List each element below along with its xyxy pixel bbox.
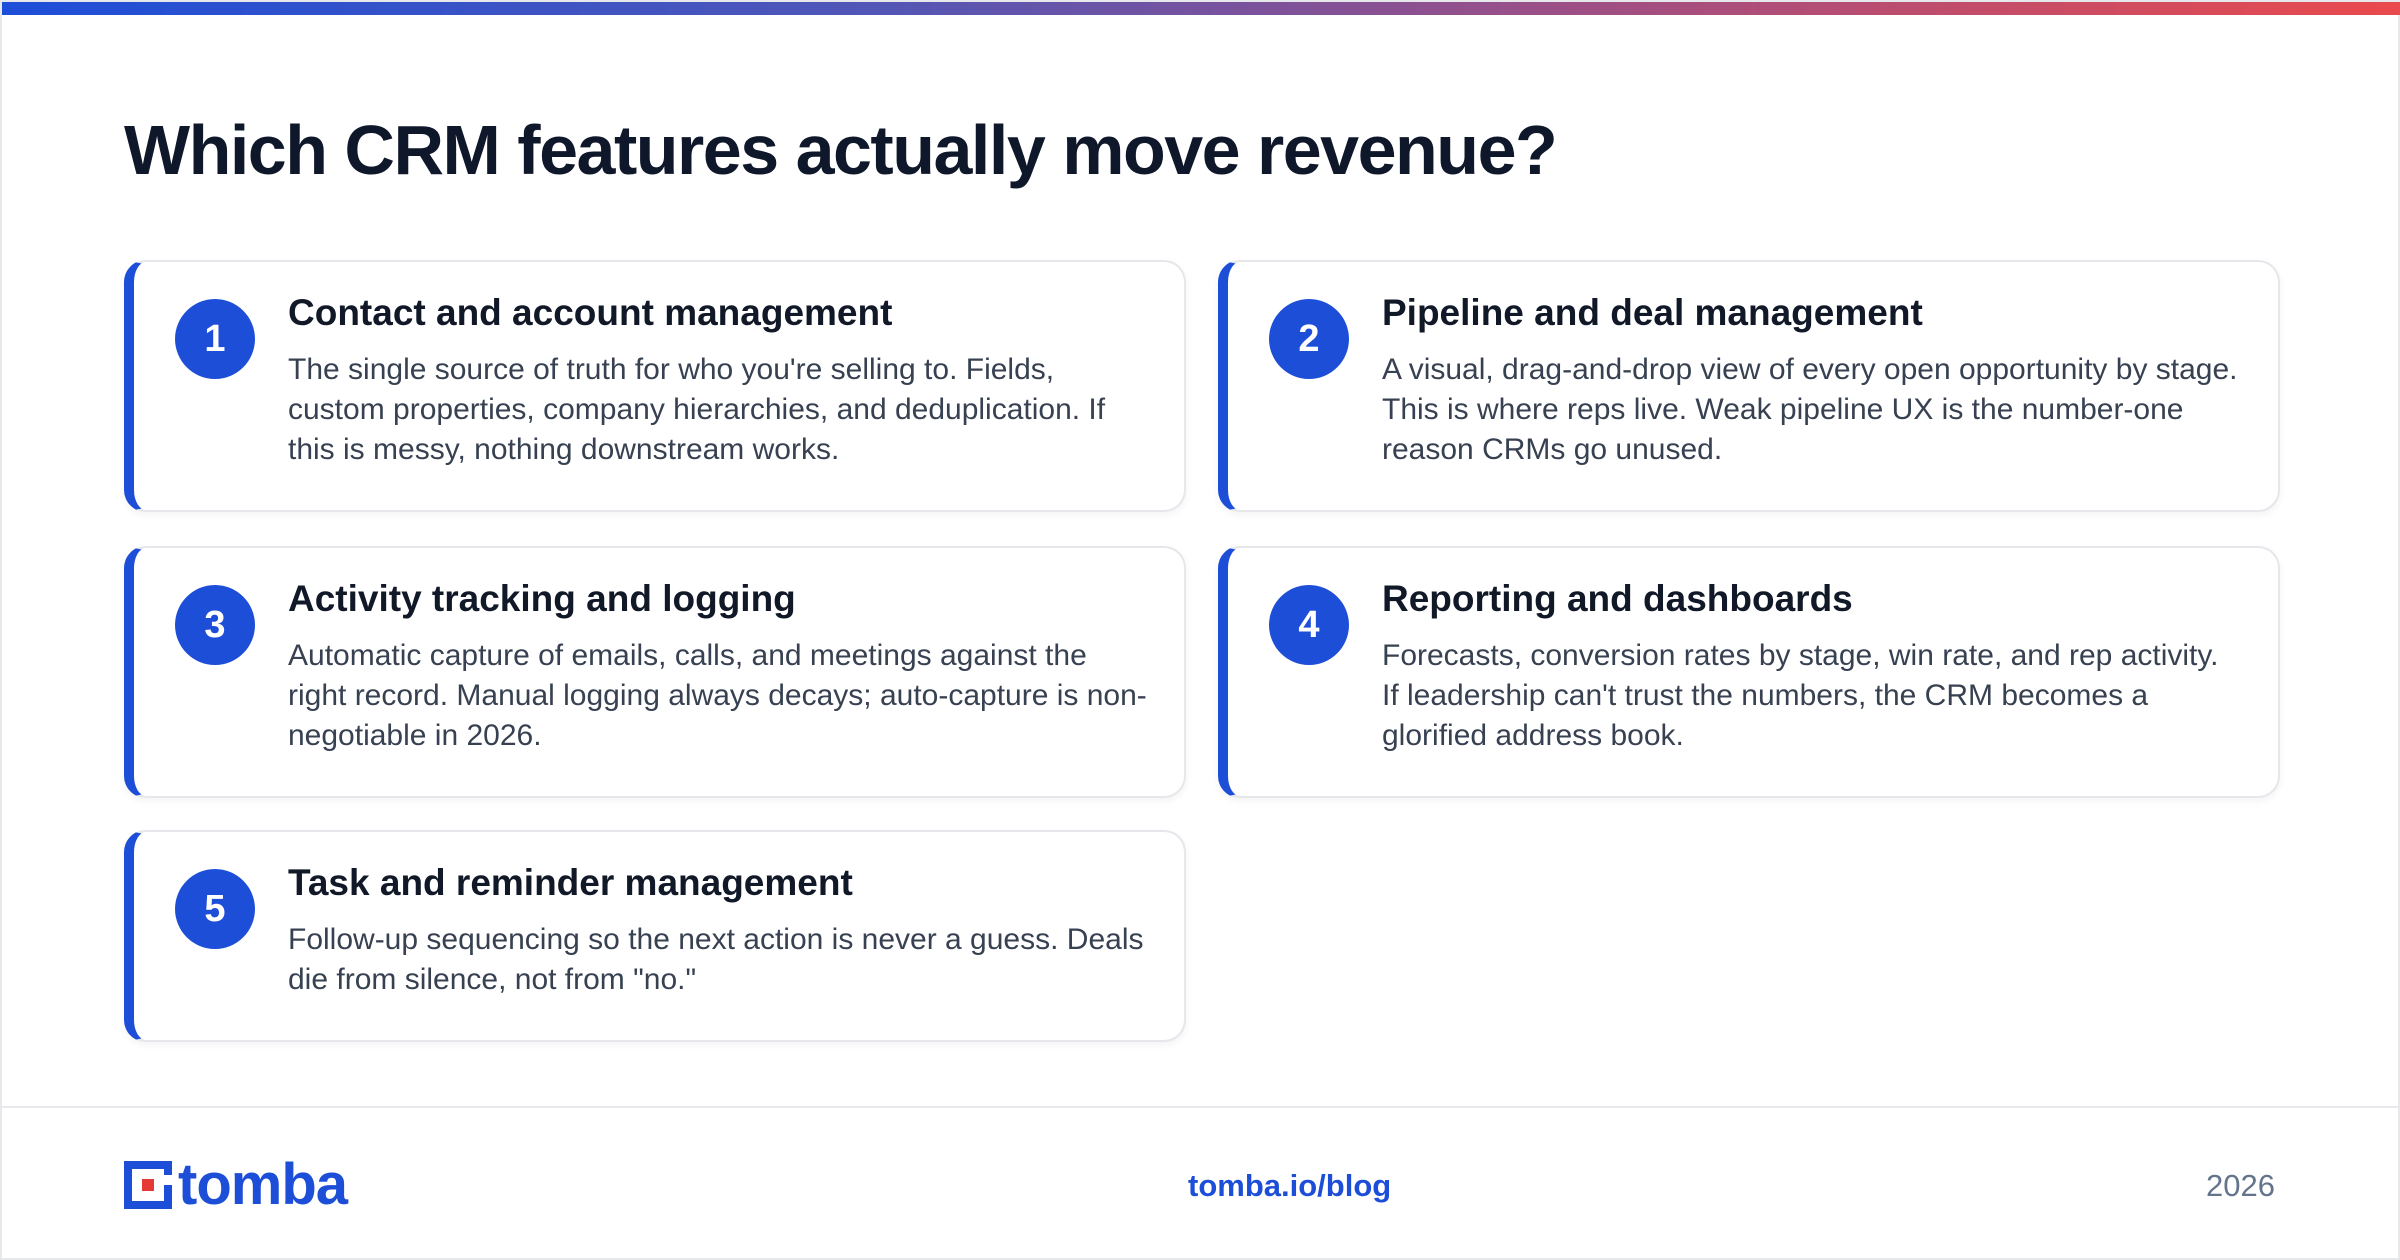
- tomba-logo: tomba: [124, 1152, 348, 1217]
- feature-card-2: 2 Pipeline and deal management A visual,…: [1218, 260, 2280, 512]
- feature-description: Automatic capture of emails, calls, and …: [288, 639, 1147, 752]
- feature-card-3: 3 Activity tracking and logging Automati…: [124, 546, 1186, 798]
- feature-description: Follow-up sequencing so the next action …: [288, 923, 1144, 996]
- feature-description: A visual, drag-and-drop view of every op…: [1382, 353, 2238, 466]
- logo-wordmark: tomba: [178, 1152, 348, 1217]
- feature-card-1: 1 Contact and account management The sin…: [124, 260, 1186, 512]
- feature-card-5: 5 Task and reminder management Follow-up…: [124, 830, 1186, 1042]
- feature-title: Activity tracking and logging: [288, 578, 796, 619]
- blog-link[interactable]: tomba.io/blog: [1188, 1168, 1391, 1204]
- footer-divider: [2, 1106, 2400, 1108]
- feature-title: Reporting and dashboards: [1382, 578, 1853, 619]
- number-badge: 1: [175, 299, 255, 379]
- number-badge: 3: [175, 585, 255, 665]
- gradient-top-bar: [2, 2, 2400, 15]
- number-badge: 4: [1269, 585, 1349, 665]
- infographic-frame: Which CRM features actually move revenue…: [0, 0, 2400, 1260]
- feature-description: The single source of truth for who you'r…: [288, 353, 1106, 466]
- feature-title: Task and reminder management: [288, 862, 853, 903]
- page-title: Which CRM features actually move revenue…: [124, 111, 1558, 189]
- tomba-logo-icon: [124, 1161, 172, 1209]
- number-badge: 2: [1269, 299, 1349, 379]
- feature-card-4: 4 Reporting and dashboards Forecasts, co…: [1218, 546, 2280, 798]
- feature-description: Forecasts, conversion rates by stage, wi…: [1382, 639, 2219, 752]
- number-badge: 5: [175, 869, 255, 949]
- footer-year: 2026: [2206, 1168, 2275, 1203]
- feature-title: Contact and account management: [288, 292, 893, 333]
- feature-title: Pipeline and deal management: [1382, 292, 1923, 333]
